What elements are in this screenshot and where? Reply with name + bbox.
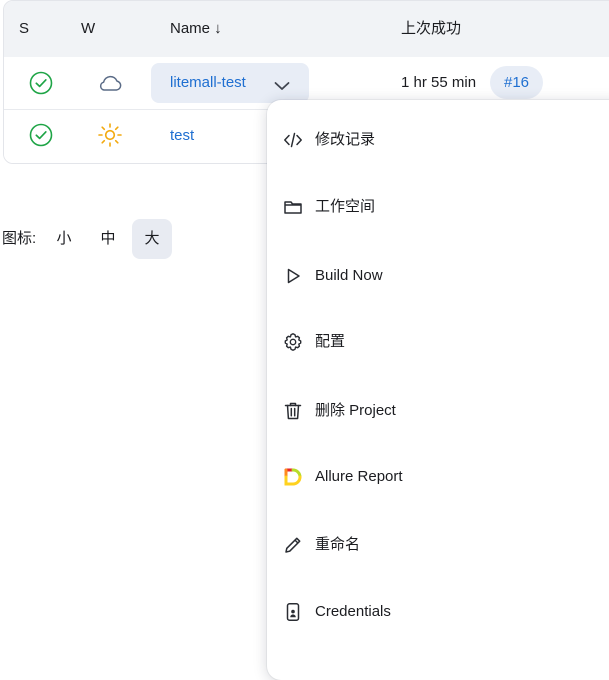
code-icon bbox=[284, 132, 302, 148]
pencil-icon bbox=[285, 537, 301, 553]
job-link-test[interactable]: test bbox=[170, 127, 194, 145]
menu-item-label: Credentials bbox=[315, 603, 391, 620]
menu-item-delete-project[interactable]: 删除 Project bbox=[267, 390, 609, 434]
credentials-icon bbox=[286, 603, 300, 621]
trash-icon bbox=[284, 402, 302, 420]
play-icon bbox=[287, 268, 300, 284]
allure-icon bbox=[284, 468, 302, 486]
gear-icon bbox=[284, 333, 302, 351]
column-header-weather[interactable]: W bbox=[81, 20, 95, 38]
check-circle-icon bbox=[29, 71, 53, 95]
menu-item-configure[interactable]: 配置 bbox=[267, 321, 609, 365]
icon-size-small-button[interactable]: 小 bbox=[44, 219, 84, 259]
sun-icon bbox=[98, 123, 122, 147]
column-header-last-success[interactable]: 上次成功 bbox=[401, 20, 461, 38]
table-header: S W Name ↓ 上次成功 bbox=[4, 1, 609, 57]
menu-item-changes[interactable]: 修改记录 bbox=[267, 119, 609, 163]
menu-item-rename[interactable]: 重命名 bbox=[267, 524, 609, 568]
menu-item-label: 重命名 bbox=[315, 536, 361, 553]
column-header-name[interactable]: Name ↓ bbox=[170, 20, 222, 38]
folder-icon bbox=[284, 201, 302, 214]
cloud-icon bbox=[99, 75, 122, 91]
last-success-time: 1 hr 55 min bbox=[401, 74, 477, 91]
chevron-down-icon[interactable] bbox=[273, 77, 291, 95]
job-link-litemall-test[interactable]: litemall-test bbox=[170, 74, 246, 92]
icon-size-large-button[interactable]: 大 bbox=[132, 219, 172, 259]
menu-item-label: 修改记录 bbox=[315, 131, 376, 148]
job-context-menu: 修改记录 工作空间 Build Now 配置 删除 Project Allure… bbox=[267, 100, 609, 680]
icon-size-medium-button[interactable]: 中 bbox=[88, 219, 128, 259]
build-number-badge[interactable]: #16 bbox=[490, 66, 544, 99]
menu-item-build-now[interactable]: Build Now bbox=[267, 255, 609, 299]
column-header-status[interactable]: S bbox=[19, 20, 29, 38]
menu-item-workspace[interactable]: 工作空间 bbox=[267, 186, 609, 230]
menu-item-label: 工作空间 bbox=[315, 198, 376, 215]
menu-item-credentials[interactable]: Credentials bbox=[267, 591, 609, 635]
menu-item-allure-report[interactable]: Allure Report bbox=[267, 456, 609, 500]
check-circle-icon bbox=[29, 123, 53, 147]
menu-item-label: 删除 Project bbox=[315, 402, 396, 419]
menu-item-label: 配置 bbox=[315, 333, 346, 350]
menu-item-label: Build Now bbox=[315, 267, 383, 284]
menu-item-label: Allure Report bbox=[315, 468, 403, 485]
icon-size-label: 图标: bbox=[2, 230, 37, 247]
